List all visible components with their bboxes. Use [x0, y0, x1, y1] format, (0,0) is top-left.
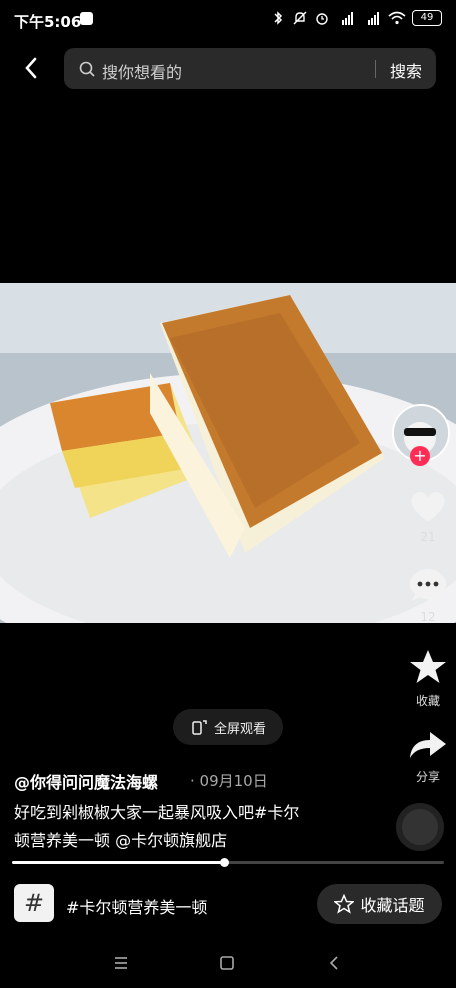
share-action[interactable]: 分享 [408, 728, 448, 785]
topic-icon: # [14, 884, 54, 922]
status-bar: 下午5:06 49 [0, 0, 456, 40]
collect-topic-button[interactable]: 收藏话题 [317, 884, 442, 924]
music-disc-icon[interactable] [396, 803, 444, 851]
fullscreen-icon [192, 720, 207, 735]
video-frame-food [0, 283, 456, 623]
home-nav-icon[interactable] [218, 954, 236, 976]
search-box[interactable]: 搜你想看的 搜索 [64, 48, 436, 89]
heart-icon[interactable] [408, 488, 448, 524]
status-icons: 49 [270, 10, 442, 26]
share-arrow-icon[interactable] [408, 728, 448, 762]
back-nav-icon[interactable] [325, 954, 343, 976]
post-description: 好吃到剁椒椒大家一起暴风吸入吧#卡尔 顿营养美一顿 @卡尔顿旗舰店 [14, 799, 344, 855]
progress-knob[interactable] [219, 858, 229, 867]
status-time: 下午5:06 [14, 13, 82, 31]
topic-name[interactable]: #卡尔顿营养美一顿 [66, 894, 207, 918]
description-line-2: 顿营养美一顿 @卡尔顿旗舰店 [14, 831, 228, 850]
comment-action[interactable]: 12 [408, 566, 448, 624]
signal-hd-2-icon [368, 12, 379, 25]
menu-nav-icon[interactable] [112, 954, 130, 976]
like-count: 21 [420, 530, 436, 544]
collect-label: 收藏 [415, 694, 440, 708]
system-nav-bar [0, 940, 456, 988]
description-line-1: 好吃到剁椒椒大家一起暴风吸入吧#卡尔 [14, 803, 300, 822]
collect-topic-label: 收藏话题 [360, 896, 425, 915]
playback-progress-bar[interactable] [12, 858, 444, 867]
video-player[interactable] [0, 283, 456, 623]
search-icon [79, 61, 95, 77]
collect-action[interactable]: 收藏 [408, 648, 448, 709]
top-bar: 搜你想看的 搜索 [0, 48, 456, 90]
post-date: · 09月10日 [190, 772, 268, 790]
fullscreen-label: 全屏观看 [213, 721, 266, 737]
bluetooth-icon [274, 11, 283, 25]
author-name[interactable]: @你得问问魔法海螺 [14, 769, 158, 793]
mute-icon [293, 11, 307, 25]
share-label: 分享 [415, 770, 440, 784]
like-action[interactable]: 21 [408, 488, 448, 544]
comment-icon[interactable] [408, 566, 448, 604]
search-button[interactable]: 搜索 [390, 58, 422, 82]
alarm-icon [316, 13, 328, 25]
wifi-icon [388, 11, 406, 25]
comment-count: 12 [420, 610, 436, 624]
fullscreen-button[interactable]: 全屏观看 [173, 709, 283, 745]
search-divider [375, 60, 376, 78]
search-placeholder[interactable]: 搜你想看的 [102, 59, 182, 83]
progress-fill [12, 861, 224, 864]
signal-hd-1-icon [342, 12, 353, 25]
battery-icon: 49 [412, 10, 442, 26]
back-arrow-icon[interactable] [20, 54, 44, 82]
app-notification-icon [80, 12, 93, 25]
star-icon[interactable] [408, 648, 448, 686]
follow-plus-button[interactable]: + [410, 446, 430, 466]
star-outline-icon [334, 894, 355, 914]
